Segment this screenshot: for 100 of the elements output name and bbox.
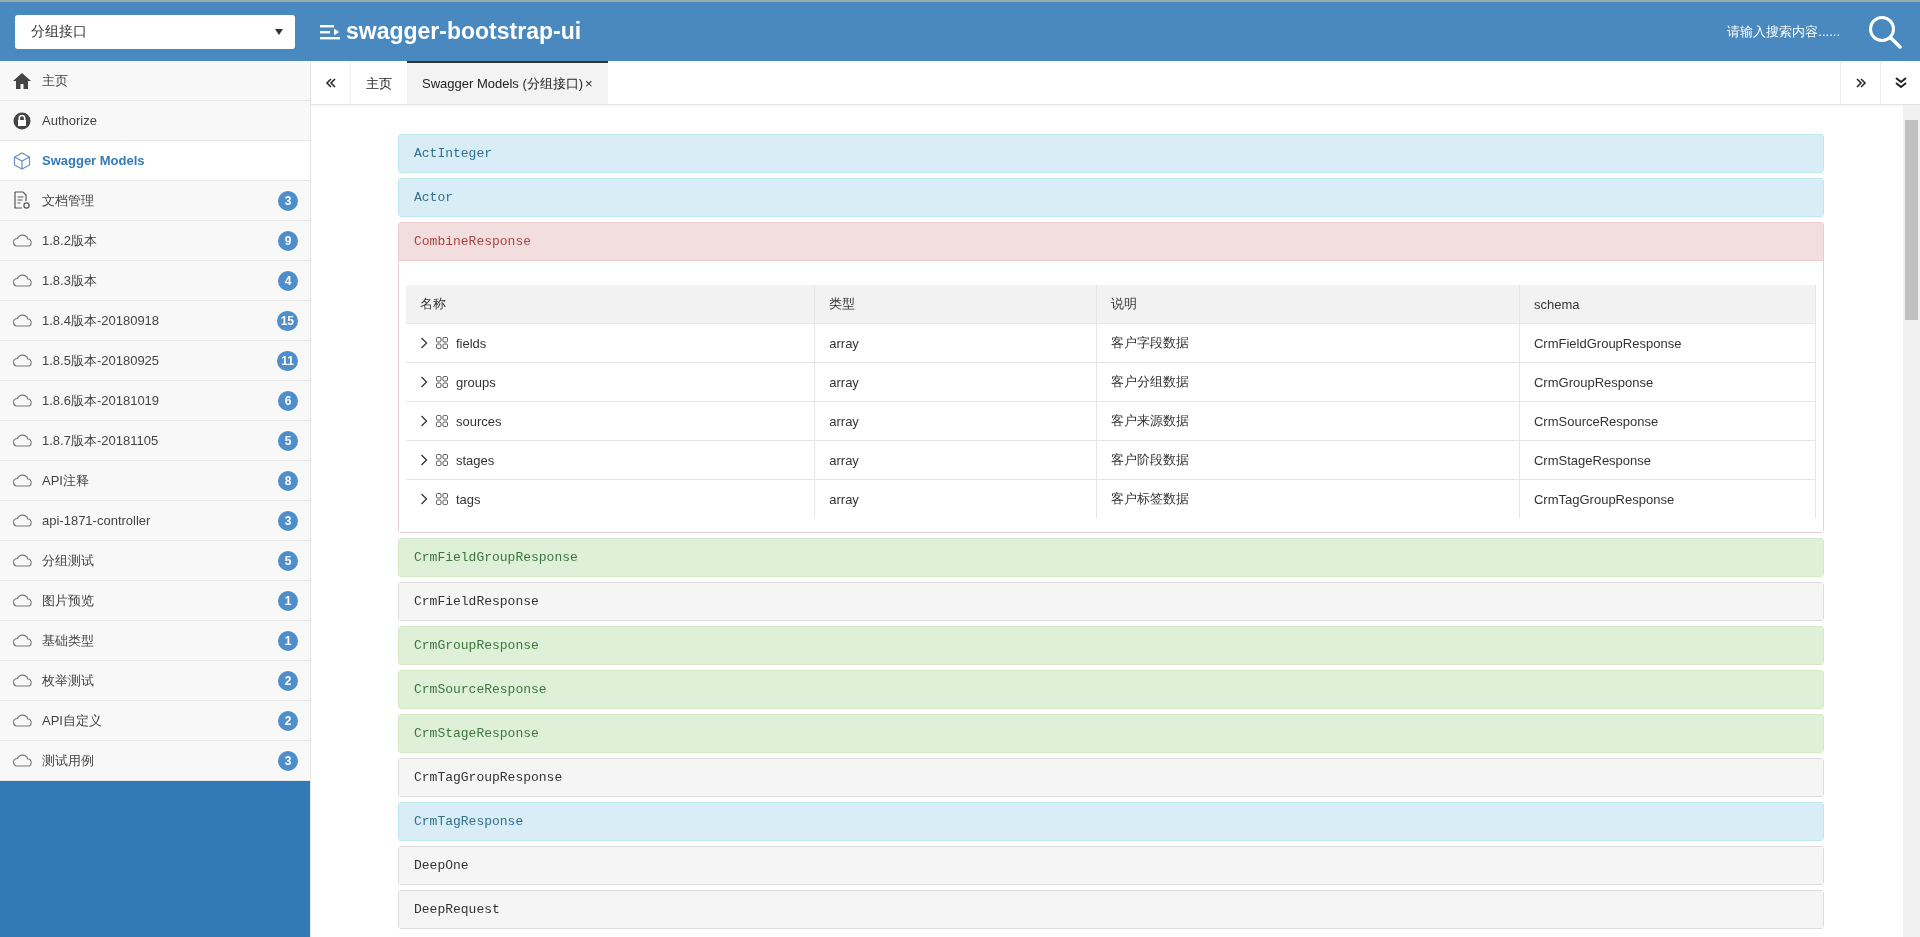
scrollbar[interactable]	[1903, 105, 1920, 937]
table-cell: stages	[406, 440, 815, 480]
double-chevron-down-icon	[1893, 75, 1908, 90]
model-name[interactable]: CrmTagGroupResponse	[399, 759, 1823, 796]
cloud-icon	[12, 754, 32, 767]
close-button[interactable]: ×	[585, 76, 593, 91]
sidebar-label: 1.8.5版本-20180925	[42, 351, 160, 370]
table-cell: CrmGroupResponse	[1519, 362, 1816, 402]
model-name[interactable]: DeepOne	[399, 847, 1823, 884]
table-cell: array	[814, 401, 1097, 441]
expand-chevron-icon[interactable]	[420, 454, 428, 466]
sidebar-label: 枚举测试	[42, 671, 94, 690]
count-badge: 3	[278, 190, 298, 211]
model-name[interactable]: CrmGroupResponse	[399, 627, 1823, 664]
cloud-icon	[12, 474, 32, 487]
scroll-left-button[interactable]	[311, 61, 351, 104]
sidebar-item[interactable]: 1.8.5版本-20180925 11	[0, 341, 310, 381]
count-badge: 3	[278, 750, 298, 771]
table-cell: 客户阶段数据	[1096, 440, 1520, 480]
grid-icon	[436, 454, 448, 466]
sidebar-item[interactable]: 1.8.4版本-20180918 15	[0, 301, 310, 341]
group-select[interactable]: 分组接口	[15, 14, 295, 49]
cloud-icon	[12, 714, 32, 727]
expand-chevron-icon[interactable]	[420, 337, 428, 349]
count-badge: 1	[278, 590, 298, 611]
sidebar-item[interactable]: 主页	[0, 61, 310, 101]
grid-icon	[436, 376, 448, 388]
table-cell: CrmSourceResponse	[1519, 401, 1816, 441]
sidebar-item[interactable]: 1.8.3版本 4	[0, 261, 310, 301]
model-name[interactable]: CombineResponse	[399, 223, 1823, 261]
model-name[interactable]: CrmFieldResponse	[399, 583, 1823, 620]
sidebar-label: Authorize	[42, 113, 97, 128]
double-chevron-left-icon	[324, 77, 337, 88]
sidebar-label: 1.8.6版本-20181019	[42, 391, 160, 410]
table-cell: array	[814, 440, 1097, 480]
sidebar-item[interactable]: API注释 8	[0, 461, 310, 501]
sidebar-item[interactable]: 测试用例 3	[0, 741, 310, 781]
model-name[interactable]: CrmTagResponse	[399, 803, 1823, 840]
sidebar-item[interactable]: 1.8.2版本 9	[0, 221, 310, 261]
sidebar-item[interactable]: 文档管理 3	[0, 181, 310, 221]
expand-chevron-icon[interactable]	[420, 415, 428, 427]
sidebar-item[interactable]: 分组测试 5	[0, 541, 310, 581]
expand-chevron-icon[interactable]	[420, 493, 428, 505]
expand-chevron-icon[interactable]	[420, 376, 428, 388]
model-name[interactable]: DeepRequest	[399, 891, 1823, 928]
count-badge: 3	[278, 510, 298, 531]
sidebar-label: 文档管理	[42, 191, 94, 210]
sidebar-item[interactable]: 基础类型 1	[0, 621, 310, 661]
sidebar-item[interactable]: 1.8.7版本-20181105 5	[0, 421, 310, 461]
table-cell: 客户标签数据	[1096, 479, 1520, 518]
dropdown-button[interactable]	[1880, 61, 1920, 104]
count-badge: 5	[278, 430, 298, 451]
sidebar-label: 主页	[42, 71, 68, 90]
app-title: swagger-bootstrap-ui	[346, 18, 582, 45]
model-name[interactable]: CrmStageResponse	[399, 715, 1823, 752]
sidebar-item[interactable]: 1.8.6版本-20181019 6	[0, 381, 310, 421]
table-cell: CrmStageResponse	[1519, 440, 1816, 480]
sidebar-label: api-1871-controller	[42, 513, 151, 528]
table-cell: array	[814, 479, 1097, 518]
count-badge: 5	[278, 550, 298, 571]
sidebar-item[interactable]: 枚举测试 2	[0, 661, 310, 701]
model-name[interactable]: CrmFieldGroupResponse	[399, 539, 1823, 576]
table-cell: array	[814, 362, 1097, 402]
caret-icon	[275, 28, 283, 35]
table-cell: 客户字段数据	[1096, 323, 1520, 363]
count-badge: 8	[278, 470, 298, 491]
tab[interactable]: 主页	[351, 61, 407, 104]
table-cell: tags	[406, 479, 815, 518]
search-icon[interactable]	[1868, 14, 1902, 49]
cloud-icon	[12, 394, 32, 407]
cloud-icon	[12, 594, 32, 607]
sidebar-label: 分组测试	[42, 551, 94, 570]
table-cell: sources	[406, 401, 815, 441]
sidebar-item[interactable]: API自定义 2	[0, 701, 310, 741]
table-cell: 客户来源数据	[1096, 401, 1520, 441]
menu-icon[interactable]	[320, 23, 340, 40]
model-name[interactable]: ActInteger	[399, 135, 1823, 172]
sidebar-item[interactable]: Authorize	[0, 101, 310, 141]
sidebar-label: API自定义	[42, 711, 102, 730]
double-chevron-right-icon	[1854, 77, 1867, 88]
model-name[interactable]: Actor	[399, 179, 1823, 216]
tab[interactable]: Swagger Models (分组接口)×	[407, 61, 608, 104]
sidebar-item[interactable]: 图片预览 1	[0, 581, 310, 621]
count-badge: 2	[278, 670, 298, 691]
sidebar-label: API注释	[42, 471, 89, 490]
cloud-icon	[12, 314, 32, 327]
cloud-icon	[12, 354, 32, 367]
table-cell: 客户分组数据	[1096, 362, 1520, 402]
sidebar-label: 1.8.4版本-20180918	[42, 311, 160, 330]
cloud-icon	[12, 674, 32, 687]
column-header: 说明	[1096, 285, 1520, 324]
sidebar-label: 1.8.2版本	[42, 231, 97, 250]
grid-icon	[436, 337, 448, 349]
search-field[interactable]: 请输入搜索内容......	[1698, 23, 1842, 40]
sidebar-item[interactable]: api-1871-controller 3	[0, 501, 310, 541]
cloud-icon	[12, 514, 32, 527]
cloud-icon	[12, 554, 32, 567]
model-name[interactable]: CrmSourceResponse	[399, 671, 1823, 708]
table-cell: groups	[406, 362, 815, 402]
sidebar-label: 1.8.7版本-20181105	[42, 431, 159, 450]
